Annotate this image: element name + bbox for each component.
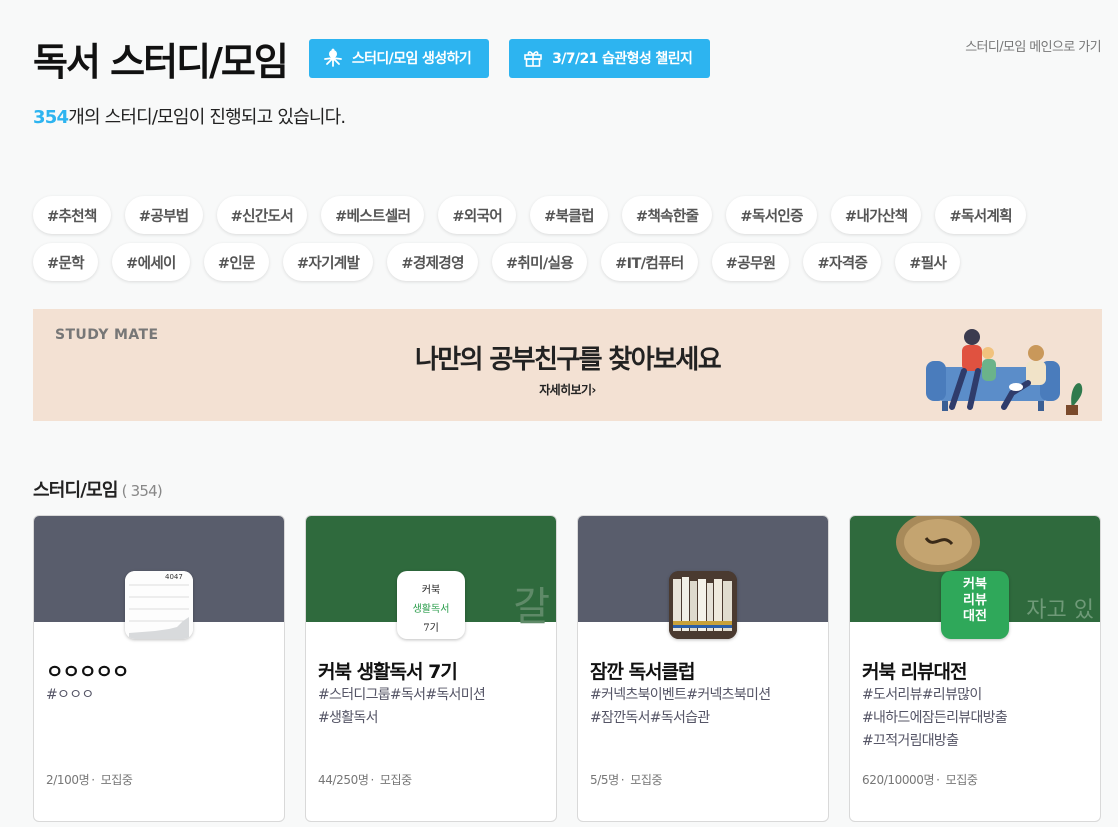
card-title: ㅇㅇㅇㅇㅇ bbox=[46, 661, 129, 683]
section-title: 스터디/모임( 354) bbox=[33, 476, 163, 502]
card-thumbnail bbox=[669, 571, 737, 639]
tag-chip[interactable]: #신간도서 bbox=[216, 196, 308, 234]
tag-chip[interactable]: #추천책 bbox=[33, 196, 111, 234]
card-members: 620/10000명 · 모집중 bbox=[862, 773, 978, 787]
tag-chip[interactable]: #베스트셀러 bbox=[321, 196, 425, 234]
member-count: 44/250명 bbox=[318, 773, 369, 787]
cover-decoration: 갈 bbox=[513, 584, 550, 630]
study-count-summary: 354개의 스터디/모임이 진행되고 있습니다. bbox=[33, 103, 346, 129]
thumb-line: 7기 bbox=[423, 623, 439, 634]
card-tag-line: #생활독서 bbox=[318, 710, 378, 726]
card-thumbnail: 4047 bbox=[125, 571, 193, 639]
study-card-list: 4047 ㅇㅇㅇㅇㅇ #ㅇㅇㅇ 2/100명 · 모집중 갈 커북 생활독서 7기 … bbox=[33, 515, 1118, 822]
recruit-status: 모집중 bbox=[100, 773, 133, 787]
member-count: 5/5명 bbox=[590, 773, 619, 787]
thumb-value: 4047 bbox=[165, 573, 183, 581]
octopus-icon bbox=[323, 48, 342, 67]
tag-row: #문학 #에세이 #인문 #자기계발 #경제경영 #취미/실용 #IT/컴퓨터 … bbox=[33, 243, 1108, 281]
thumb-line: 생활독서 bbox=[412, 604, 450, 615]
section-count: ( 354) bbox=[121, 482, 163, 500]
tag-chip[interactable]: #책속한줄 bbox=[621, 196, 713, 234]
card-title: 커북 리뷰대전 bbox=[862, 661, 967, 683]
tag-chip[interactable]: #내가산책 bbox=[830, 196, 922, 234]
tag-list: #추천책 #공부법 #신간도서 #베스트셀러 #외국어 #북클럽 #책속한줄 #… bbox=[33, 196, 1108, 290]
tag-chip[interactable]: #자기계발 bbox=[282, 243, 374, 281]
thumb-line: 커북 bbox=[963, 577, 987, 592]
page-title: 독서 스터디/모임 bbox=[33, 39, 289, 84]
recruit-status: 모집중 bbox=[945, 773, 978, 787]
challenge-button[interactable]: 3/7/21 습관형성 챌린지 bbox=[509, 38, 711, 78]
card-tag-line: #스터디그룹#독서#독서미션 bbox=[318, 687, 486, 703]
recruit-status: 모집중 bbox=[630, 773, 663, 787]
study-count-text: 개의 스터디/모임이 진행되고 있습니다. bbox=[68, 107, 346, 128]
member-count: 620/10000명 bbox=[862, 773, 935, 787]
thumb-line: 리뷰 bbox=[963, 593, 987, 608]
card-tag-line: #ㅇㅇㅇ bbox=[46, 687, 94, 703]
tag-row: #추천책 #공부법 #신간도서 #베스트셀러 #외국어 #북클럽 #책속한줄 #… bbox=[33, 196, 1108, 234]
card-tags: #ㅇㅇㅇ bbox=[46, 684, 274, 707]
card-members: 2/100명 · 모집중 bbox=[46, 773, 133, 787]
challenge-label: 3/7/21 습관형성 챌린지 bbox=[552, 51, 693, 67]
tag-chip[interactable]: #독서계획 bbox=[935, 196, 1026, 234]
study-card[interactable]: 갈 커북 생활독서 7기 커북 생활독서 7기 #스터디그룹#독서#독서미션 #… bbox=[305, 515, 557, 822]
card-title: 커북 생활독서 7기 bbox=[318, 661, 458, 683]
page-header: 독서 스터디/모임 스터디/모임 생성하기 3/7/21 습관형성 챌린지 bbox=[33, 30, 730, 86]
card-tag-line: #끄적거림대방출 bbox=[862, 733, 959, 749]
study-count: 354 bbox=[33, 107, 69, 128]
card-members: 5/5명 · 모집중 bbox=[590, 773, 663, 787]
thumb-line: 대전 bbox=[963, 609, 987, 624]
tag-chip[interactable]: #독서인증 bbox=[726, 196, 817, 234]
card-thumbnail: 커북 생활독서 7기 bbox=[397, 571, 465, 639]
card-tag-line: #커넥츠북이벤트#커넥츠북미션 bbox=[590, 687, 771, 703]
gift-icon bbox=[524, 51, 542, 67]
tag-chip[interactable]: #에세이 bbox=[112, 243, 190, 281]
tag-chip[interactable]: #경제경영 bbox=[387, 243, 478, 281]
create-study-label: 스터디/모임 생성하기 bbox=[351, 51, 472, 67]
member-count: 2/100명 bbox=[46, 773, 90, 787]
section-title-text: 스터디/모임 bbox=[33, 480, 118, 501]
bookshelf-image bbox=[669, 571, 737, 639]
card-tags: #커넥츠북이벤트#커넥츠북미션 #잠깐독서#독서습관 bbox=[590, 684, 818, 730]
card-title: 잠깐 독서클럽 bbox=[590, 661, 695, 683]
tag-chip[interactable]: #공부법 bbox=[124, 196, 203, 234]
tag-chip[interactable]: #IT/컴퓨터 bbox=[601, 243, 698, 281]
stats-screenshot-image: 4047 bbox=[125, 571, 193, 639]
tag-chip[interactable]: #북클럽 bbox=[530, 196, 608, 234]
card-tag-line: #내하드에잠든리뷰대방출 bbox=[862, 710, 1008, 726]
sofa-illustration bbox=[926, 329, 1083, 415]
tag-chip[interactable]: #취미/실용 bbox=[491, 243, 588, 281]
study-main-link[interactable]: 스터디/모임 메인으로 가기 bbox=[965, 36, 1101, 55]
card-thumbnail: 커북 리뷰 대전 bbox=[941, 571, 1009, 639]
tag-chip[interactable]: #공무원 bbox=[711, 243, 790, 281]
card-tags: #도서리뷰#리뷰많이 #내하드에잠든리뷰대방출 #끄적거림대방출 bbox=[862, 684, 1090, 753]
card-tags: #스터디그룹#독서#독서미션 #생활독서 bbox=[318, 684, 546, 730]
create-study-button[interactable]: 스터디/모임 생성하기 bbox=[308, 38, 490, 78]
study-card[interactable]: 잠깐 독서클럽 #커넥츠북이벤트#커넥츠북미션 #잠깐독서#독서습관 5/5명 ·… bbox=[577, 515, 829, 822]
tag-chip[interactable]: #외국어 bbox=[438, 196, 517, 234]
tag-chip[interactable]: #자격증 bbox=[803, 243, 882, 281]
study-mate-banner[interactable]: STUDY MATE 나만의 공부친구를 찾아보세요 자세히보기› bbox=[33, 309, 1102, 421]
recruit-status: 모집중 bbox=[379, 773, 412, 787]
study-card[interactable]: 4047 ㅇㅇㅇㅇㅇ #ㅇㅇㅇ 2/100명 · 모집중 bbox=[33, 515, 285, 822]
thumb-line: 커북 bbox=[421, 585, 441, 596]
cover-decoration: 자고 있 bbox=[1026, 598, 1094, 623]
tag-chip[interactable]: #필사 bbox=[895, 243, 961, 281]
tag-chip[interactable]: #문학 bbox=[33, 243, 99, 281]
study-card[interactable]: 자고 있 커북 리뷰 대전 커북 리뷰대전 #도서리뷰#리뷰많이 #내하드에잠든… bbox=[849, 515, 1101, 822]
card-tag-line: #잠깐독서#독서습관 bbox=[590, 710, 710, 726]
tag-chip[interactable]: #인문 bbox=[203, 243, 269, 281]
card-tag-line: #도서리뷰#리뷰많이 bbox=[862, 687, 982, 703]
card-members: 44/250명 · 모집중 bbox=[318, 773, 412, 787]
